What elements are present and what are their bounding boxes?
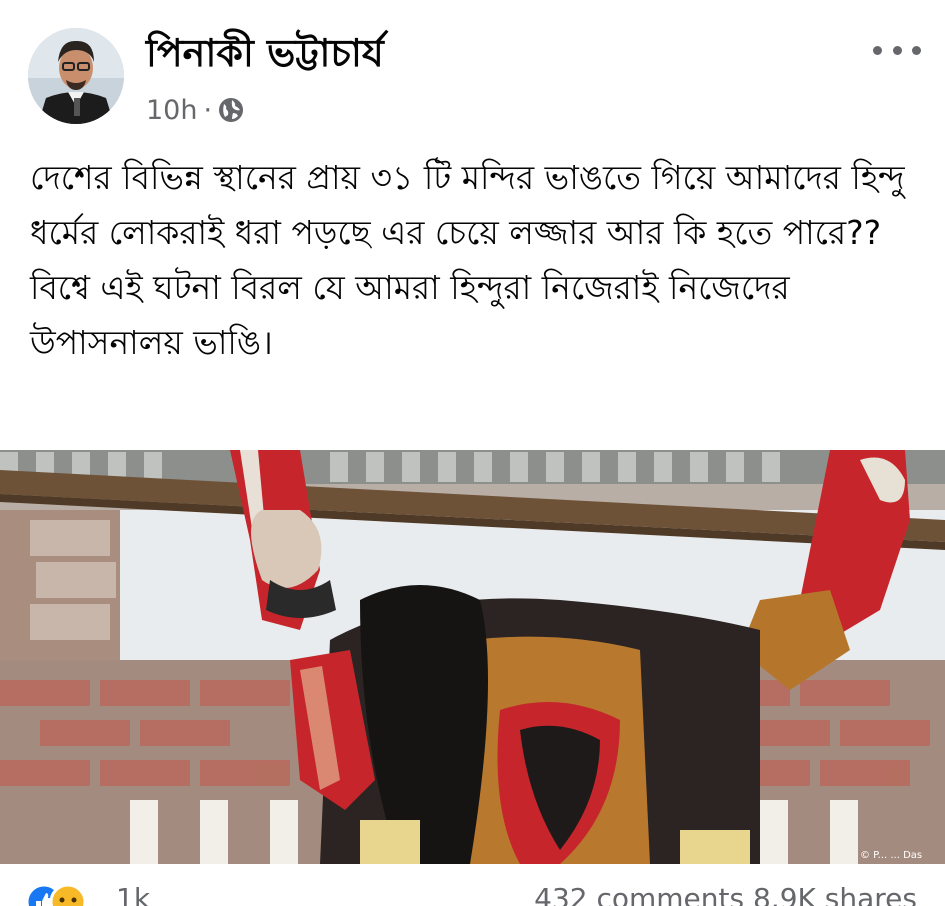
more-dot: [912, 45, 921, 55]
globe-icon[interactable]: [218, 97, 244, 123]
more-dot: [873, 45, 882, 55]
comments-count[interactable]: 432 comments: [534, 882, 744, 906]
post-meta: 10h ·: [146, 92, 244, 128]
more-dot: [892, 45, 902, 55]
reaction-icons[interactable]: [25, 883, 87, 906]
more-options-icon[interactable]: [873, 38, 921, 62]
reaction-count[interactable]: 1k: [116, 882, 150, 906]
reactions-bar: 1k 432 comments 8.9K shares: [0, 864, 945, 906]
post-photo[interactable]: © P... ... Das: [0, 450, 945, 864]
author-avatar[interactable]: [28, 28, 124, 124]
shares-count[interactable]: 8.9K shares: [753, 882, 917, 906]
sad-icon: [49, 883, 87, 906]
engagement-counts: 432 comments 8.9K shares: [534, 882, 917, 906]
meta-separator: ·: [203, 94, 213, 126]
post-timestamp[interactable]: 10h: [146, 95, 197, 126]
photo-watermark: © P... ... Das: [860, 850, 922, 861]
author-name[interactable]: পিনাকী ভট্টাচার্য: [146, 30, 384, 76]
avatar-image: [28, 28, 124, 124]
photo-image: © P... ... Das: [0, 450, 945, 864]
post-text: দেশের বিভিন্ন স্থানের প্রায় ৩১ টি মন্দি…: [30, 150, 925, 370]
post-paragraph: দেশের বিভিন্ন স্থানের প্রায় ৩১ টি মন্দি…: [30, 158, 905, 252]
post-header: পিনাকী ভট্টাচার্য 10h ·: [0, 0, 945, 140]
post-paragraph: বিশ্বে এই ঘটনা বিরল যে আমরা হিন্দুরা নিজ…: [30, 268, 790, 362]
facebook-post: পিনাকী ভট্টাচার্য 10h · দেশের বিভিন্ন স্…: [0, 0, 945, 906]
